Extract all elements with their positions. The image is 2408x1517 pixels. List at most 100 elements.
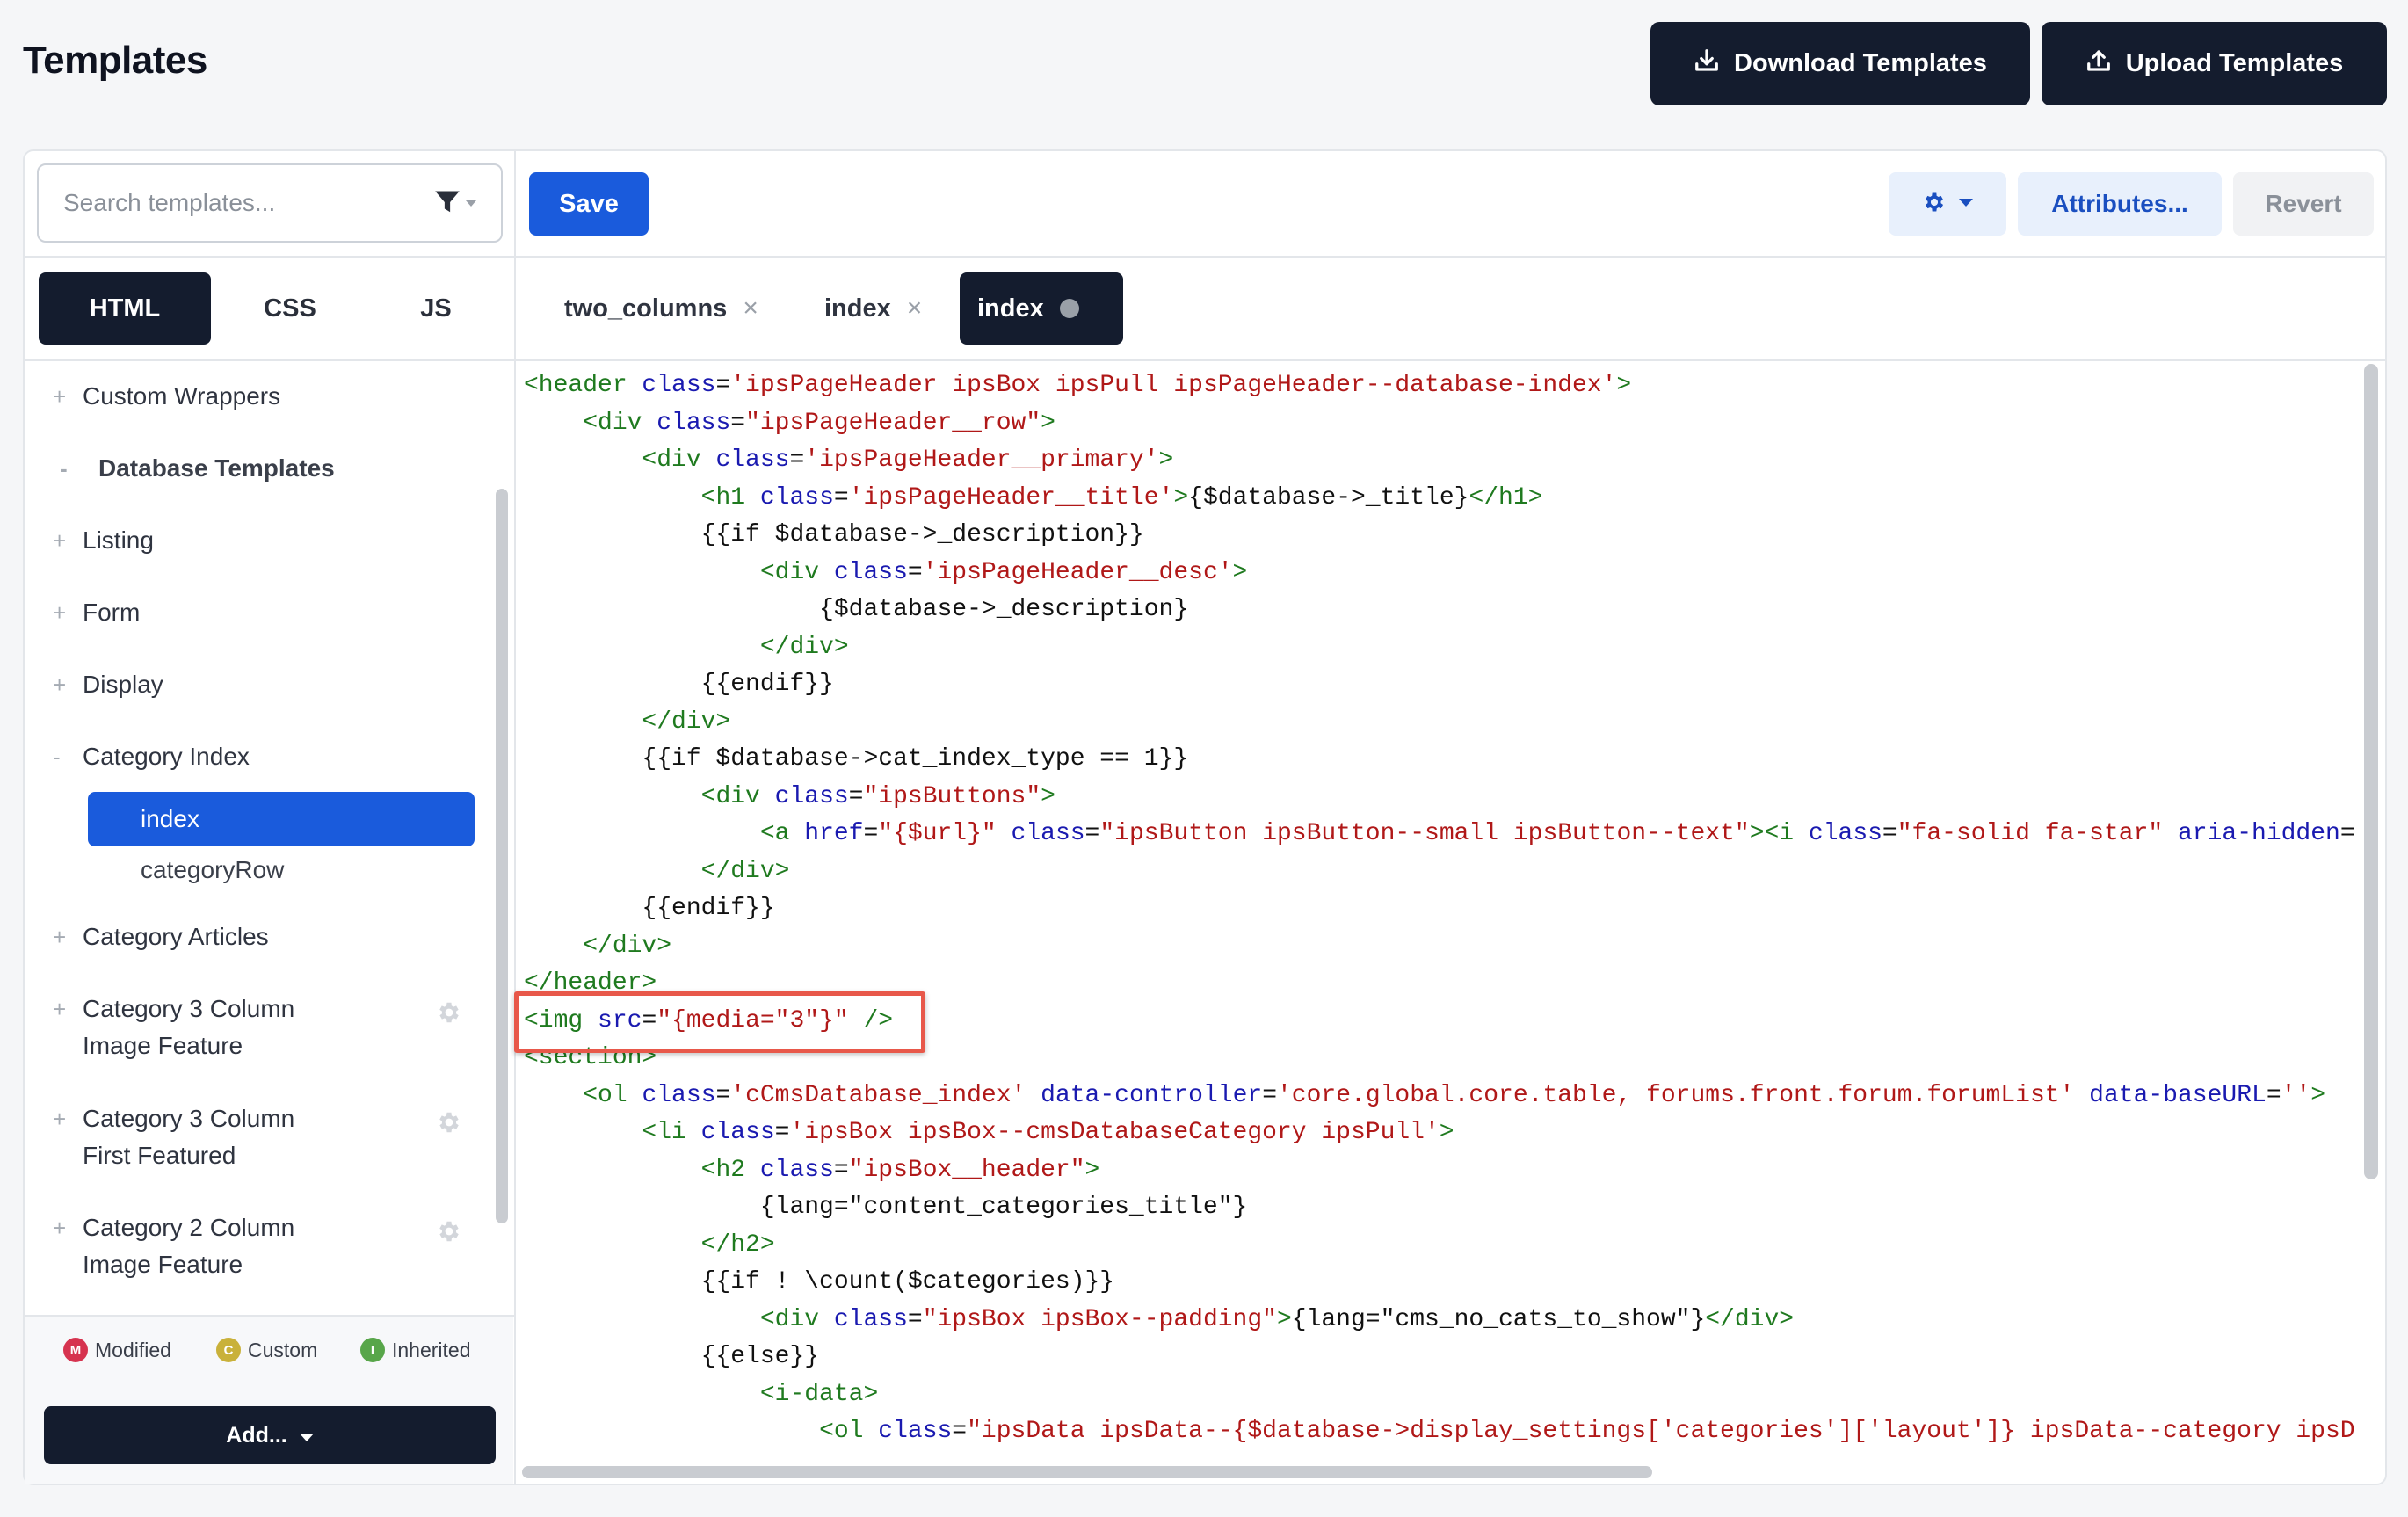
tree-item-display[interactable]: + Display (53, 666, 475, 703)
code-token: class (715, 446, 790, 474)
code-line[interactable]: <div class="ipsButtons"> (524, 779, 1055, 816)
code-line[interactable]: {{if $database->cat_index_type == 1}} (524, 741, 1188, 778)
code-line[interactable]: <ol class='cCmsDatabase_index' data-cont… (524, 1078, 2325, 1114)
code-line[interactable]: <li class='ipsBox ipsBox--cmsDatabaseCat… (524, 1114, 1454, 1151)
tree-item-category-index[interactable]: - Category Index (53, 738, 475, 775)
tree-item-listing[interactable]: + Listing (53, 522, 475, 559)
tab-html[interactable]: HTML (39, 272, 211, 345)
code-line[interactable]: {lang="content_categories_title"} (524, 1189, 1248, 1226)
tree-item-category-2-column-image-feature[interactable]: + Category 2 Column Image Feature (53, 1209, 475, 1283)
gear-icon[interactable] (436, 1109, 462, 1136)
code-line[interactable]: <i-data> (524, 1376, 878, 1413)
code-token: {lang="cms_no_cats_to_show"} (1291, 1305, 1706, 1333)
code-token: 'ipsPageHeader__desc' (922, 558, 1233, 586)
gear-icon[interactable] (436, 1218, 462, 1245)
code-line[interactable]: <a href="{$url}" class="ipsButton ipsBut… (524, 816, 2355, 853)
tree-group-database-templates[interactable]: - Database Templates (60, 450, 482, 487)
code-line[interactable]: <div class="ipsPageHeader__row"> (524, 405, 1055, 442)
attributes-button[interactable]: Attributes... (2018, 172, 2222, 236)
code-token: 'core.global.core.table, forums.front.fo… (1277, 1081, 2075, 1109)
code-horizontal-scrollbar[interactable] (522, 1466, 1652, 1478)
code-line[interactable]: </div> (524, 853, 790, 890)
code-token: class (656, 409, 731, 437)
code-line[interactable]: </div> (524, 704, 730, 741)
tree-item-category-row[interactable]: categoryRow (141, 856, 284, 884)
sidebar-scrollbar[interactable] (496, 489, 508, 1223)
code-line[interactable]: </div> (524, 928, 671, 965)
caret-down-icon (299, 1423, 314, 1448)
search-input[interactable] (62, 176, 413, 230)
tree-item-category-3-column-image-feature[interactable]: + Category 3 Column Image Feature (53, 991, 475, 1064)
code-token: class (759, 1156, 834, 1184)
code-token: = (952, 1418, 968, 1445)
code-token: <a (759, 820, 805, 847)
tree-item-custom-wrappers[interactable]: + Custom Wrappers (53, 378, 475, 415)
code-line[interactable]: <h1 class='ipsPageHeader__title'>{$datab… (524, 480, 1543, 517)
code-token: <header (524, 372, 642, 399)
tree-item-category-articles[interactable]: + Category Articles (53, 918, 475, 955)
code-token: class (759, 483, 834, 512)
settings-dropdown-button[interactable] (1889, 172, 2006, 236)
code-line[interactable]: </h2> (524, 1227, 775, 1264)
code-token: "ipsButton ipsButton--small ipsButton--t… (1099, 820, 1750, 847)
editor-tab-label: index (824, 294, 891, 323)
upload-templates-button[interactable]: Upload Templates (2042, 22, 2387, 105)
editor-tab-index-active[interactable]: index (960, 272, 1123, 345)
code-token: '' (2281, 1081, 2311, 1109)
code-line[interactable]: {{else}} (524, 1339, 819, 1375)
tree-item-form[interactable]: + Form (53, 594, 475, 631)
code-line[interactable]: <ol class="ipsData ipsData--{$database->… (524, 1413, 2355, 1450)
code-line[interactable]: {{endif}} (524, 666, 834, 703)
code-line[interactable]: <div class='ipsPageHeader__primary'> (524, 442, 1173, 479)
expand-icon: + (53, 671, 67, 698)
code-token: </div> (1705, 1305, 1795, 1333)
add-dropdown-button[interactable]: Add... (44, 1406, 496, 1464)
code-line[interactable]: {{endif}} (524, 890, 774, 927)
code-token: > (1158, 446, 1174, 474)
code-vertical-scrollbar[interactable] (2364, 364, 2378, 1179)
code-line[interactable]: <h2 class="ipsBox__header"> (524, 1152, 1100, 1189)
code-line[interactable]: <header class='ipsPageHeader ipsBox ipsP… (524, 367, 1631, 404)
tab-js[interactable]: JS (350, 272, 522, 345)
code-line[interactable]: {{if $database->_description}} (524, 517, 1144, 554)
legend-modified: M Modified (63, 1338, 171, 1362)
code-token: > (1041, 782, 1055, 810)
code-token: </div> (700, 857, 790, 885)
code-line[interactable]: <div class="ipsBox ipsBox--padding">{lan… (524, 1302, 1794, 1339)
code-line[interactable]: </div> (524, 629, 849, 666)
filter-dropdown-button[interactable] (434, 188, 487, 220)
code-token: = (789, 446, 805, 474)
save-button[interactable]: Save (529, 172, 649, 236)
tree-item-index-selected[interactable]: index (88, 792, 475, 846)
tree-item-label: Category 3 Column First Featured (83, 1105, 295, 1169)
tree-group-label: Database Templates (98, 454, 335, 482)
code-token: "ipsData ipsData--{$database->display_se… (967, 1418, 2355, 1445)
code-token: 'ipsPageHeader ipsBox ipsPull ipsPageHea… (730, 372, 1617, 399)
code-token: 'ipsPageHeader__primary' (804, 446, 1159, 474)
tree-item-category-3-column-first-featured[interactable]: + Category 3 Column First Featured (53, 1100, 475, 1174)
gear-icon[interactable] (436, 999, 462, 1026)
add-button-label: Add... (226, 1422, 287, 1448)
editor-tab-index[interactable]: index × (807, 272, 947, 345)
code-token: > (1276, 1305, 1292, 1333)
code-line[interactable]: <div class='ipsPageHeader__desc'> (524, 555, 1248, 592)
editor-tab-label: two_columns (564, 294, 728, 323)
legend-label: Inherited (392, 1338, 471, 1361)
code-token: = (2266, 1081, 2281, 1109)
editor-tab-two-columns[interactable]: two_columns × (547, 272, 775, 345)
close-icon[interactable]: × (743, 294, 758, 323)
code-editor[interactable]: <header class='ipsPageHeader ipsBox ipsP… (519, 364, 2355, 1454)
close-icon[interactable]: × (907, 294, 923, 323)
download-templates-button[interactable]: Download Templates (1650, 22, 2030, 105)
code-token: href (804, 820, 864, 847)
tree-item-label: Listing (83, 526, 154, 554)
code-line[interactable]: {$database->_description} (524, 592, 1188, 628)
filter-icon (434, 190, 461, 219)
revert-button[interactable]: Revert (2233, 172, 2374, 236)
code-token: aria-hidden (2178, 820, 2340, 847)
code-line[interactable]: {{if ! \count($categories)}} (524, 1264, 1114, 1301)
code-token: class (1011, 820, 1085, 847)
